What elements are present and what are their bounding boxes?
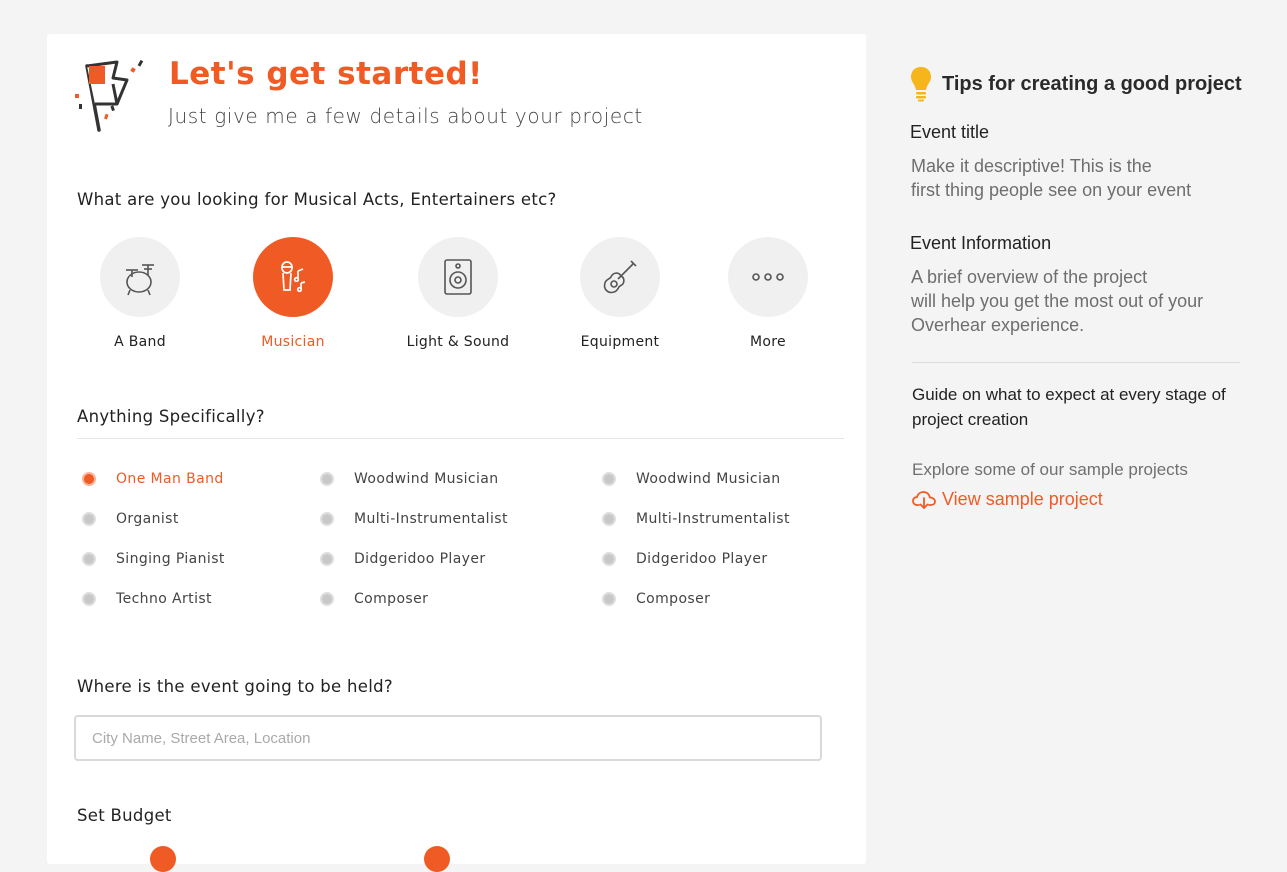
guitar-icon [603,260,637,294]
option-woodwind-musician-2[interactable]: Woodwind Musician [602,471,781,487]
option-label: Didgeridoo Player [636,551,768,567]
budget-label: Set Budget [77,806,172,825]
option-techno-artist[interactable]: Techno Artist [82,591,212,607]
option-multi-instrumentalist[interactable]: Multi-Instrumentalist [320,511,508,527]
category-a-band[interactable]: A Band [70,237,210,350]
category-label: Equipment [580,334,660,350]
more-dots-icon [752,273,784,281]
location-question: Where is the event going to be held? [77,677,393,696]
option-multi-instrumentalist-2[interactable]: Multi-Instrumentalist [602,511,790,527]
radio-icon [602,512,616,526]
microphone-icon [281,261,306,293]
option-label: Composer [636,591,711,607]
project-form-card: Let's get started! Just give me a few de… [47,34,866,872]
tip-text-event-title: Make it descriptive! This is the first t… [911,156,1192,200]
option-didgeridoo-player[interactable]: Didgeridoo Player [320,551,486,567]
radio-icon [320,592,334,606]
option-label: Composer [354,591,429,607]
page-subtitle: Just give me a few details about your pr… [168,104,643,128]
option-label: Woodwind Musician [354,471,499,487]
guide-link[interactable]: Guide on what to expect at every stage o… [912,382,1242,432]
option-singing-pianist[interactable]: Singing Pianist [82,551,225,567]
section-divider [77,438,844,439]
radio-icon [602,472,616,486]
tips-divider [912,362,1240,363]
option-label: Multi-Instrumentalist [354,511,508,527]
speaker-icon [444,259,472,295]
radio-icon [82,592,96,606]
radio-icon [320,512,334,526]
option-label: One Man Band [116,471,224,487]
cloud-download-icon [912,490,936,509]
view-sample-project-label: View sample project [942,489,1103,509]
tip-text-event-info: A brief overview of the project will hel… [911,267,1204,335]
category-label: Musician [261,334,325,350]
category-label: A Band [114,334,166,350]
category-more[interactable]: More [698,237,838,350]
tips-title: Tips for creating a good project [942,72,1242,95]
option-label: Organist [116,511,179,527]
category-equipment[interactable]: Equipment [550,237,690,350]
lightbulb-icon [911,67,931,102]
view-sample-project-link[interactable]: View sample project [912,489,1103,510]
option-label: Singing Pianist [116,551,225,567]
tip-heading-event-info: Event Information [910,233,1052,253]
category-question: What are you looking for Musical Acts, E… [77,190,557,209]
option-label: Woodwind Musician [636,471,781,487]
category-label: Light & Sound [406,334,510,350]
specific-question: Anything Specifically? [77,407,265,426]
drum-kit-icon [126,264,154,296]
radio-icon [320,472,334,486]
radio-icon [82,552,96,566]
tip-heading-event-title: Event title [910,122,990,142]
radio-checked-icon [82,472,96,486]
option-label: Techno Artist [116,591,212,607]
option-organist[interactable]: Organist [82,511,179,527]
flag-icon [75,59,144,132]
location-input[interactable] [74,715,822,761]
radio-icon [320,552,334,566]
option-composer[interactable]: Composer [320,591,428,607]
option-composer-2[interactable]: Composer [602,591,710,607]
option-didgeridoo-player-2[interactable]: Didgeridoo Player [602,551,768,567]
option-one-man-band[interactable]: One Man Band [82,471,224,487]
radio-icon [602,552,616,566]
category-label: More [750,334,786,350]
option-label: Didgeridoo Player [354,551,486,567]
option-label: Multi-Instrumentalist [636,511,790,527]
radio-icon [82,512,96,526]
page-title: Let's get started! [169,56,483,92]
category-light-sound[interactable]: Light & Sound [388,237,528,350]
radio-icon [602,592,616,606]
category-musician[interactable]: Musician [223,237,363,350]
explore-text: Explore some of our sample projects [912,460,1188,479]
option-woodwind-musician[interactable]: Woodwind Musician [320,471,499,487]
